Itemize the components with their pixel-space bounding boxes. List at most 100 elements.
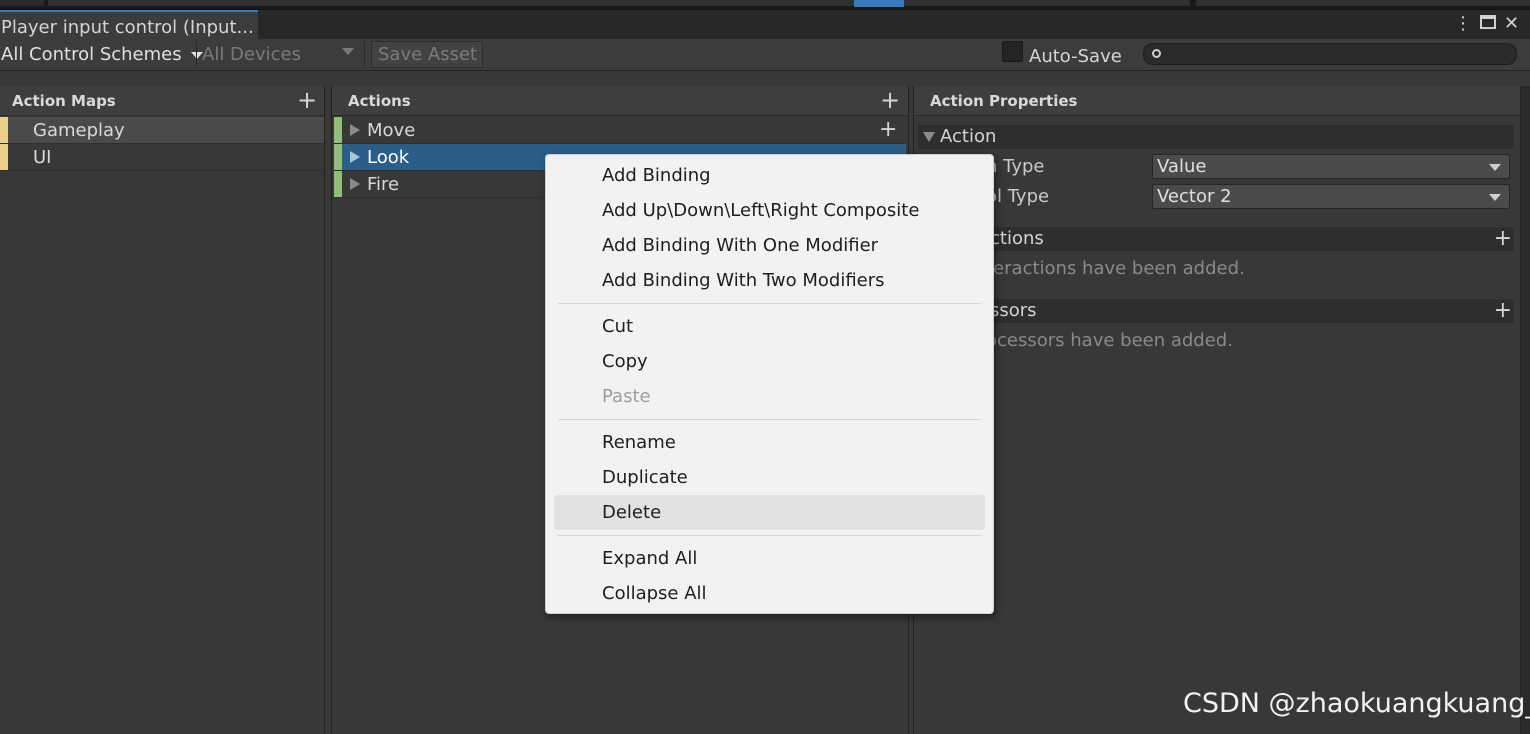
actions-header: Actions + (332, 86, 908, 116)
action-maps-header: Action Maps + (0, 86, 324, 116)
action-maps-title: Action Maps (12, 92, 116, 110)
right-edge (1521, 86, 1530, 734)
menu-item-label: Duplicate (602, 467, 688, 488)
menu-item-add-composite[interactable]: Add Up\Down\Left\Right Composite (554, 193, 985, 228)
control-type-value: Vector 2 (1157, 186, 1232, 207)
menu-item-duplicate[interactable]: Duplicate (554, 460, 985, 495)
strip-active-indicator (854, 0, 904, 7)
control-schemes-dropdown[interactable]: All Control Schemes (1, 39, 204, 70)
menu-kebab-icon[interactable]: ⋮ (1454, 13, 1472, 34)
action-map-color-bar (0, 117, 8, 143)
save-asset-button[interactable]: Save Asset (371, 41, 483, 68)
strip-segment (48, 0, 854, 6)
auto-save-label: Auto-Save (1029, 46, 1122, 67)
interactions-label: ctions (990, 228, 1044, 249)
auto-save-checkbox[interactable] (1002, 41, 1023, 62)
chevron-down-icon (1489, 164, 1501, 171)
interactions-empty-message: teractions have been added. (986, 258, 1245, 279)
menu-item-copy[interactable]: Copy (554, 344, 985, 379)
tab-bar: Player input control (Input... ⋮ ✕ (0, 9, 1530, 40)
menu-item-cut[interactable]: Cut (554, 309, 985, 344)
add-action-map-icon[interactable]: + (297, 88, 317, 112)
expand-arrow-icon[interactable] (350, 178, 360, 190)
menu-item-delete[interactable]: Delete (554, 495, 985, 530)
add-action-icon[interactable]: + (880, 88, 900, 112)
action-map-label: UI (33, 147, 52, 168)
add-processor-icon[interactable]: + (1494, 299, 1512, 323)
processors-section-header[interactable]: ssors + (918, 299, 1514, 323)
devices-label: All Devices (202, 44, 301, 65)
action-label: Fire (367, 174, 400, 195)
search-input[interactable] (1143, 43, 1517, 65)
action-color-bar (334, 171, 342, 197)
menu-item-add-binding[interactable]: Add Binding (554, 158, 985, 193)
action-maps-panel: Action Maps + Gameplay UI (0, 86, 325, 734)
top-window-strip (0, 0, 1530, 9)
action-type-dropdown[interactable]: Value (1152, 154, 1510, 179)
add-binding-icon[interactable]: + (879, 118, 897, 142)
action-type-value: Value (1157, 156, 1207, 177)
chevron-down-icon (1489, 194, 1501, 201)
menu-item-label: Delete (602, 502, 662, 523)
menu-item-label: Add Binding (602, 165, 711, 186)
expand-arrow-icon[interactable] (350, 151, 360, 163)
menu-separator (558, 419, 981, 420)
action-properties-title: Action Properties (930, 92, 1078, 110)
action-item-move[interactable]: Move + (334, 117, 906, 144)
menu-item-label: Add Up\Down\Left\Right Composite (602, 200, 920, 221)
action-section-label: Action (940, 126, 997, 147)
action-label: Move (367, 120, 416, 141)
action-map-item-ui[interactable]: UI (0, 144, 324, 171)
search-icon (1152, 49, 1161, 58)
devices-dropdown[interactable]: All Devices (202, 39, 301, 70)
maximize-icon[interactable] (1480, 15, 1496, 29)
action-section-header[interactable]: Action (918, 125, 1514, 149)
menu-item-label: Rename (602, 432, 676, 453)
action-type-label: n Type (986, 156, 1045, 177)
chevron-down-icon (342, 48, 354, 55)
menu-item-collapse-all[interactable]: Collapse All (554, 576, 985, 611)
processors-label: ssors (990, 300, 1037, 321)
action-color-bar (334, 117, 342, 143)
menu-item-expand-all[interactable]: Expand All (554, 541, 985, 576)
menu-separator (558, 535, 981, 536)
menu-item-rename[interactable]: Rename (554, 425, 985, 460)
control-type-dropdown[interactable]: Vector 2 (1152, 184, 1510, 209)
action-map-label: Gameplay (33, 120, 125, 141)
action-color-bar (334, 144, 342, 170)
collapse-arrow-icon (923, 132, 935, 142)
toolbar: All Control Schemes All Devices Save Ass… (0, 39, 1530, 71)
menu-separator (558, 303, 981, 304)
action-map-item-gameplay[interactable]: Gameplay (0, 117, 324, 144)
menu-item-label: Add Binding With Two Modifiers (602, 270, 885, 291)
menu-item-add-two-modifiers[interactable]: Add Binding With Two Modifiers (554, 263, 985, 298)
action-map-color-bar (0, 144, 8, 170)
actions-title: Actions (348, 92, 411, 110)
menu-item-label: Paste (602, 386, 651, 407)
menu-item-label: Add Binding With One Modifier (602, 235, 879, 256)
menu-item-label: Cut (602, 316, 634, 337)
toolbar-divider (196, 41, 197, 68)
watermark: CSDN @zhaokuangkuang_ (1183, 688, 1530, 719)
processors-empty-message: ocessors have been added. (986, 330, 1233, 351)
add-interaction-icon[interactable]: + (1494, 227, 1512, 251)
menu-item-add-one-modifier[interactable]: Add Binding With One Modifier (554, 228, 985, 263)
toolbar-divider (364, 41, 365, 68)
menu-item-label: Collapse All (602, 583, 707, 604)
interactions-section-header[interactable]: ctions + (918, 227, 1514, 251)
control-schemes-label: All Control Schemes (1, 44, 182, 65)
menu-item-label: Expand All (602, 548, 698, 569)
strip-segment (1196, 0, 1530, 6)
menu-item-paste: Paste (554, 379, 985, 414)
action-properties-header: Action Properties (914, 86, 1520, 116)
close-icon[interactable]: ✕ (1504, 13, 1519, 34)
tab-title: Player input control (Input... (1, 17, 254, 38)
action-properties-panel: Action Properties Action n Type Value ol… (913, 86, 1521, 734)
strip-segment (904, 0, 1190, 6)
menu-item-label: Copy (602, 351, 648, 372)
expand-arrow-icon[interactable] (350, 124, 360, 136)
context-menu: Add Binding Add Up\Down\Left\Right Compo… (545, 154, 994, 614)
editor-tab[interactable]: Player input control (Input... (0, 10, 258, 40)
control-type-label: ol Type (986, 186, 1050, 207)
strip-segment (0, 0, 44, 6)
